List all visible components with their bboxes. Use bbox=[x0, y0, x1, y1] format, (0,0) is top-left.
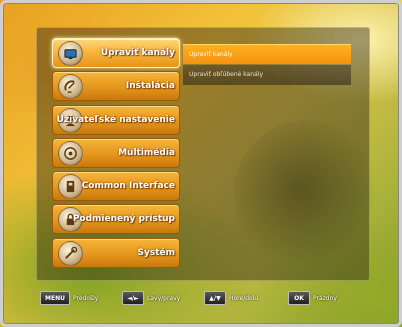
screen-bezel bbox=[0, 0, 402, 327]
